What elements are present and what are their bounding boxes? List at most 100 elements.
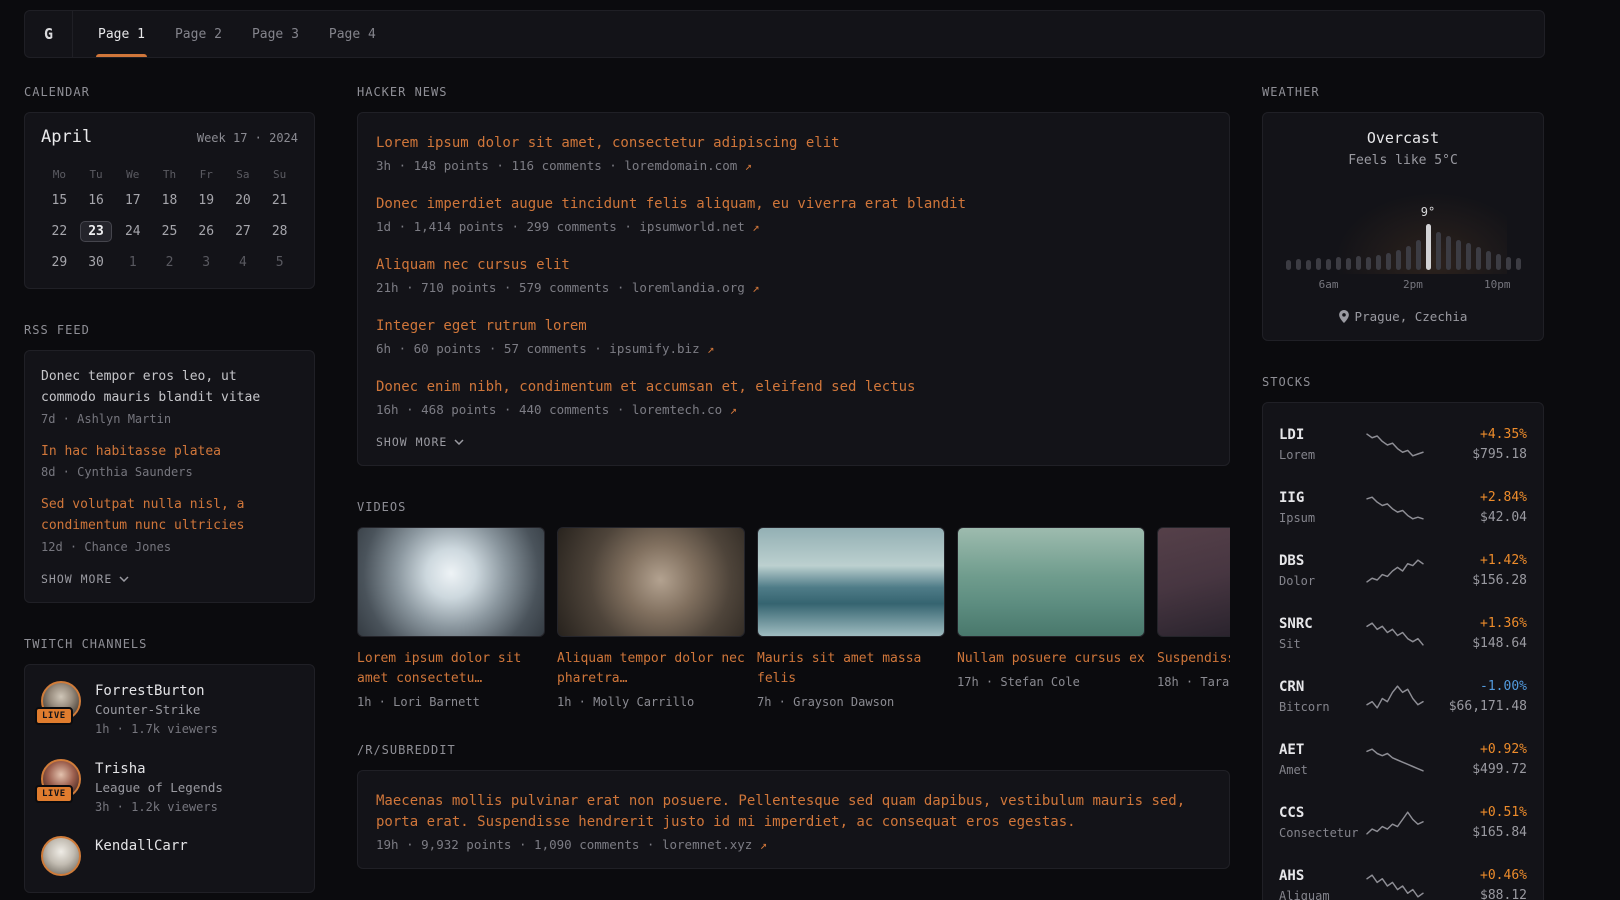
video-card[interactable]: Lorem ipsum dolor sit amet consectetu… 1… <box>357 527 545 709</box>
calendar-weekday: Tu <box>78 163 115 185</box>
rss-item-title-link[interactable]: In hac habitasse platea <box>41 442 298 463</box>
calendar-day: 1 <box>114 247 151 278</box>
stock-row[interactable]: AHS Aliquam +0.46% $88.12 <box>1279 854 1527 900</box>
subreddit-title-link[interactable]: Maecenas mollis pulvinar erat non posuer… <box>376 791 1211 833</box>
hn-meta-text: 21h · 710 points · 579 comments · <box>376 280 632 295</box>
video-title[interactable]: Lorem ipsum dolor sit amet consectetu… <box>357 649 545 689</box>
video-card[interactable]: Mauris sit amet massa felis 7h · Grayson… <box>757 527 945 709</box>
calendar-day-label: 22 <box>52 224 68 239</box>
hn-domain-link[interactable]: loremtech.co <box>632 402 722 417</box>
stock-sparkline <box>1365 747 1425 773</box>
subreddit-domain-link[interactable]: loremnet.xyz <box>662 837 752 852</box>
weather-bar-column <box>1376 255 1381 270</box>
calendar-day: 26 <box>188 216 225 247</box>
stock-sparkline <box>1365 873 1425 899</box>
calendar-day: 17 <box>114 185 151 216</box>
hn-domain-link[interactable]: ipsumify.biz <box>609 341 699 356</box>
hn-meta-text: 16h · 468 points · 440 comments · <box>376 402 632 417</box>
calendar-day-label: 24 <box>125 224 141 239</box>
video-thumbnail[interactable] <box>357 527 545 637</box>
hn-title-link[interactable]: Donec imperdiet augue tincidunt felis al… <box>376 194 1211 215</box>
video-title[interactable]: Nullam posuere cursus ex <box>957 649 1145 669</box>
video-card[interactable]: Aliquam tempor dolor nec pharetra… 1h · … <box>557 527 745 709</box>
stock-id: CCS Consectetur <box>1279 803 1363 841</box>
nav-tab[interactable]: Page 1 <box>96 11 147 57</box>
nav-tab-label: Page 1 <box>98 27 145 42</box>
stock-row[interactable]: AET Amet +0.92% $499.72 <box>1279 728 1527 791</box>
hackernews-section-title: HACKER NEWS <box>357 85 1230 99</box>
weather-hourly-chart: 9° <box>1279 192 1527 270</box>
hn-meta: 1d · 1,414 points · 299 comments · ipsum… <box>376 219 1211 234</box>
weather-bar <box>1516 258 1521 270</box>
nav-tab[interactable]: Page 2 <box>173 11 224 57</box>
nav-divider <box>72 11 73 57</box>
weather-bar-column <box>1426 224 1431 270</box>
calendar-day: 2 <box>151 247 188 278</box>
calendar-day-label: 28 <box>272 224 288 239</box>
hn-domain-link[interactable]: loremlandia.org <box>632 280 745 295</box>
hn-item: Donec imperdiet augue tincidunt felis al… <box>376 194 1211 234</box>
stock-price: $156.28 <box>1427 571 1527 591</box>
twitch-channel[interactable]: KendallCarr <box>41 836 298 876</box>
weather-location: Prague, Czechia <box>1355 309 1468 324</box>
video-thumbnail[interactable] <box>757 527 945 637</box>
weather-bar-column <box>1446 236 1451 270</box>
twitch-channel[interactable]: LIVE Trisha League of Legends 3h · 1.2k … <box>41 759 298 817</box>
stock-row[interactable]: DBS Dolor +1.42% $156.28 <box>1279 539 1527 602</box>
video-card[interactable]: Suspendisse diam 18h · Tara <box>1157 527 1230 709</box>
hn-title-link[interactable]: Aliquam nec cursus elit <box>376 255 1211 276</box>
nav-tab-label: Page 2 <box>175 27 222 42</box>
rss-item-title-link[interactable]: Sed volutpat nulla nisl, a condimentum n… <box>41 495 298 537</box>
stock-id: DBS Dolor <box>1279 551 1363 589</box>
channel-avatar-wrap: LIVE <box>41 681 81 721</box>
stock-change: +0.92% <box>1427 740 1527 760</box>
calendar-day-label: 16 <box>88 193 104 208</box>
video-title[interactable]: Mauris sit amet massa felis <box>757 649 945 689</box>
nav-tab[interactable]: Page 4 <box>327 11 378 57</box>
external-link-icon: ↗ <box>745 159 752 173</box>
video-thumbnail[interactable] <box>957 527 1145 637</box>
stock-change: +2.84% <box>1427 488 1527 508</box>
video-card[interactable]: Nullam posuere cursus ex 17h · Stefan Co… <box>957 527 1145 709</box>
hn-show-more-button[interactable]: SHOW MORE <box>376 435 464 449</box>
stock-values: +0.51% $165.84 <box>1427 803 1527 842</box>
weather-bar: 9° <box>1426 224 1431 270</box>
stock-name: Lorem <box>1279 446 1363 464</box>
nav-tab[interactable]: Page 3 <box>250 11 301 57</box>
weather-bar <box>1296 259 1301 270</box>
video-thumbnail[interactable] <box>1157 527 1230 637</box>
videos-row: Lorem ipsum dolor sit amet consectetu… 1… <box>357 527 1230 709</box>
hn-domain-link[interactable]: ipsumworld.net <box>639 219 744 234</box>
stock-name: Aliquam <box>1279 887 1363 900</box>
video-title[interactable]: Suspendisse diam <box>1157 649 1230 669</box>
hn-title-link[interactable]: Lorem ipsum dolor sit amet, consectetur … <box>376 133 1211 154</box>
videos-section-title: VIDEOS <box>357 500 1230 514</box>
video-meta: 17h · Stefan Cole <box>957 675 1145 689</box>
hn-title-link[interactable]: Integer eget rutrum lorem <box>376 316 1211 337</box>
calendar-day: 4 <box>225 247 262 278</box>
channel-avatar <box>41 836 81 876</box>
weather-time-label: 2pm <box>1403 278 1423 291</box>
twitch-channel[interactable]: LIVE ForrestBurton Counter-Strike 1h · 1… <box>41 681 298 739</box>
hn-meta: 16h · 468 points · 440 comments · loremt… <box>376 402 1211 417</box>
stock-row[interactable]: LDI Lorem +4.35% $795.18 <box>1279 413 1527 476</box>
stock-row[interactable]: IIG Ipsum +2.84% $42.04 <box>1279 476 1527 539</box>
calendar-day-label: 23 <box>80 221 112 242</box>
rss-show-more-button[interactable]: SHOW MORE <box>41 572 129 586</box>
hn-domain-link[interactable]: loremdomain.com <box>624 158 737 173</box>
rss-item-title-link[interactable]: Donec tempor eros leo, ut commodo mauris… <box>41 367 298 409</box>
app-logo[interactable]: G <box>25 11 72 57</box>
channel-game: League of Legends <box>95 779 223 798</box>
stock-price: $148.64 <box>1427 634 1527 654</box>
stock-row[interactable]: CRN Bitcorn -1.00% $66,171.48 <box>1279 665 1527 728</box>
stock-values: +4.35% $795.18 <box>1427 425 1527 464</box>
weather-bar <box>1386 253 1391 270</box>
hn-title-link[interactable]: Donec enim nibh, condimentum et accumsan… <box>376 377 1211 398</box>
rss-item-meta: 12d · Chance Jones <box>41 540 298 554</box>
video-thumbnail[interactable] <box>557 527 745 637</box>
calendar-weekday: Su <box>261 163 298 185</box>
stock-row[interactable]: CCS Consectetur +0.51% $165.84 <box>1279 791 1527 854</box>
stock-row[interactable]: SNRC Sit +1.36% $148.64 <box>1279 602 1527 665</box>
video-title[interactable]: Aliquam tempor dolor nec pharetra… <box>557 649 745 689</box>
weather-time-label: 10pm <box>1484 278 1511 291</box>
